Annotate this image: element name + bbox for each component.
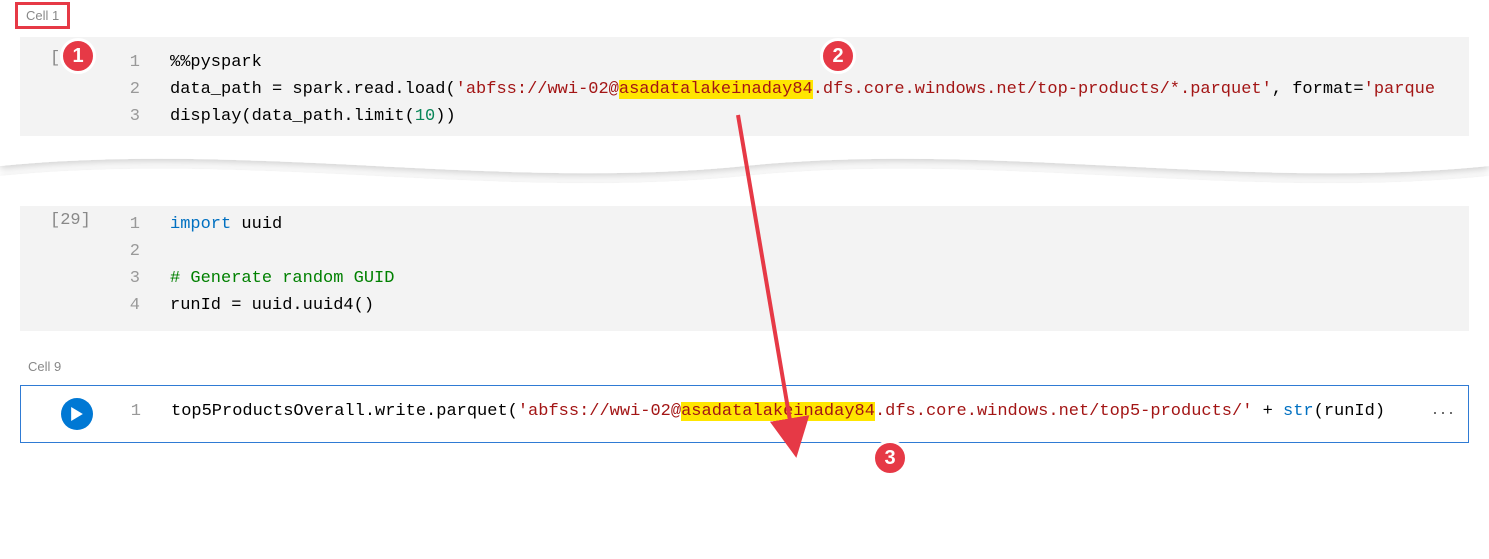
code-cell-1[interactable]: [22] 1 2 3 %%pysparkdata_path = spark.re…: [20, 37, 1469, 143]
line-number: 2: [120, 76, 140, 103]
code-line: # Generate random GUID: [170, 265, 1459, 292]
code-editor[interactable]: ···top5ProductsOverall.write.parquet('ab…: [151, 386, 1468, 442]
line-number: 1: [121, 398, 141, 425]
code-editor[interactable]: %%pysparkdata_path = spark.read.load('ab…: [150, 37, 1469, 143]
line-number: 1: [120, 49, 140, 76]
code-cell-2[interactable]: [29] 1 2 3 4 import uuid # Generate rand…: [20, 199, 1469, 332]
code-line: import uuid: [170, 211, 1459, 238]
play-icon: [70, 407, 84, 421]
line-number: 3: [120, 265, 140, 292]
line-number: 2: [120, 238, 140, 265]
code-line: top5ProductsOverall.write.parquet('abfss…: [171, 398, 1458, 425]
code-line: [170, 238, 1459, 265]
cell-gutter: [29]: [20, 199, 120, 332]
code-editor[interactable]: import uuid # Generate random GUIDrunId …: [150, 199, 1469, 332]
run-cell-button[interactable]: [61, 398, 93, 430]
annotation-badge-2: 2: [820, 38, 856, 74]
execution-count: [29]: [50, 211, 91, 230]
code-cell-9[interactable]: 1 ···top5ProductsOverall.write.parquet('…: [20, 385, 1469, 443]
highlighted-text: asadatalakeinaday84: [619, 80, 813, 99]
line-numbers: 1 2 3 4: [120, 199, 150, 332]
annotation-badge-3: 3: [872, 440, 908, 476]
code-line: data_path = spark.read.load('abfss://wwi…: [170, 76, 1459, 103]
line-number: 4: [120, 292, 140, 319]
line-numbers: 1: [121, 386, 151, 442]
highlighted-text: asadatalakeinaday84: [681, 402, 875, 421]
cell-gutter: [21, 386, 121, 442]
line-number: 1: [120, 211, 140, 238]
code-line: %%pyspark: [170, 49, 1459, 76]
line-numbers: 1 2 3: [120, 37, 150, 143]
cell-label-1: Cell 1: [15, 2, 70, 29]
code-line: runId = uuid.uuid4(): [170, 292, 1459, 319]
content-break: [0, 136, 1489, 206]
annotation-badge-1: 1: [60, 38, 96, 74]
cell-more-button[interactable]: ···: [1432, 398, 1456, 427]
cell-label-9: Cell 9: [20, 356, 1489, 377]
line-number: 3: [120, 103, 140, 130]
code-line: display(data_path.limit(10)): [170, 103, 1459, 130]
